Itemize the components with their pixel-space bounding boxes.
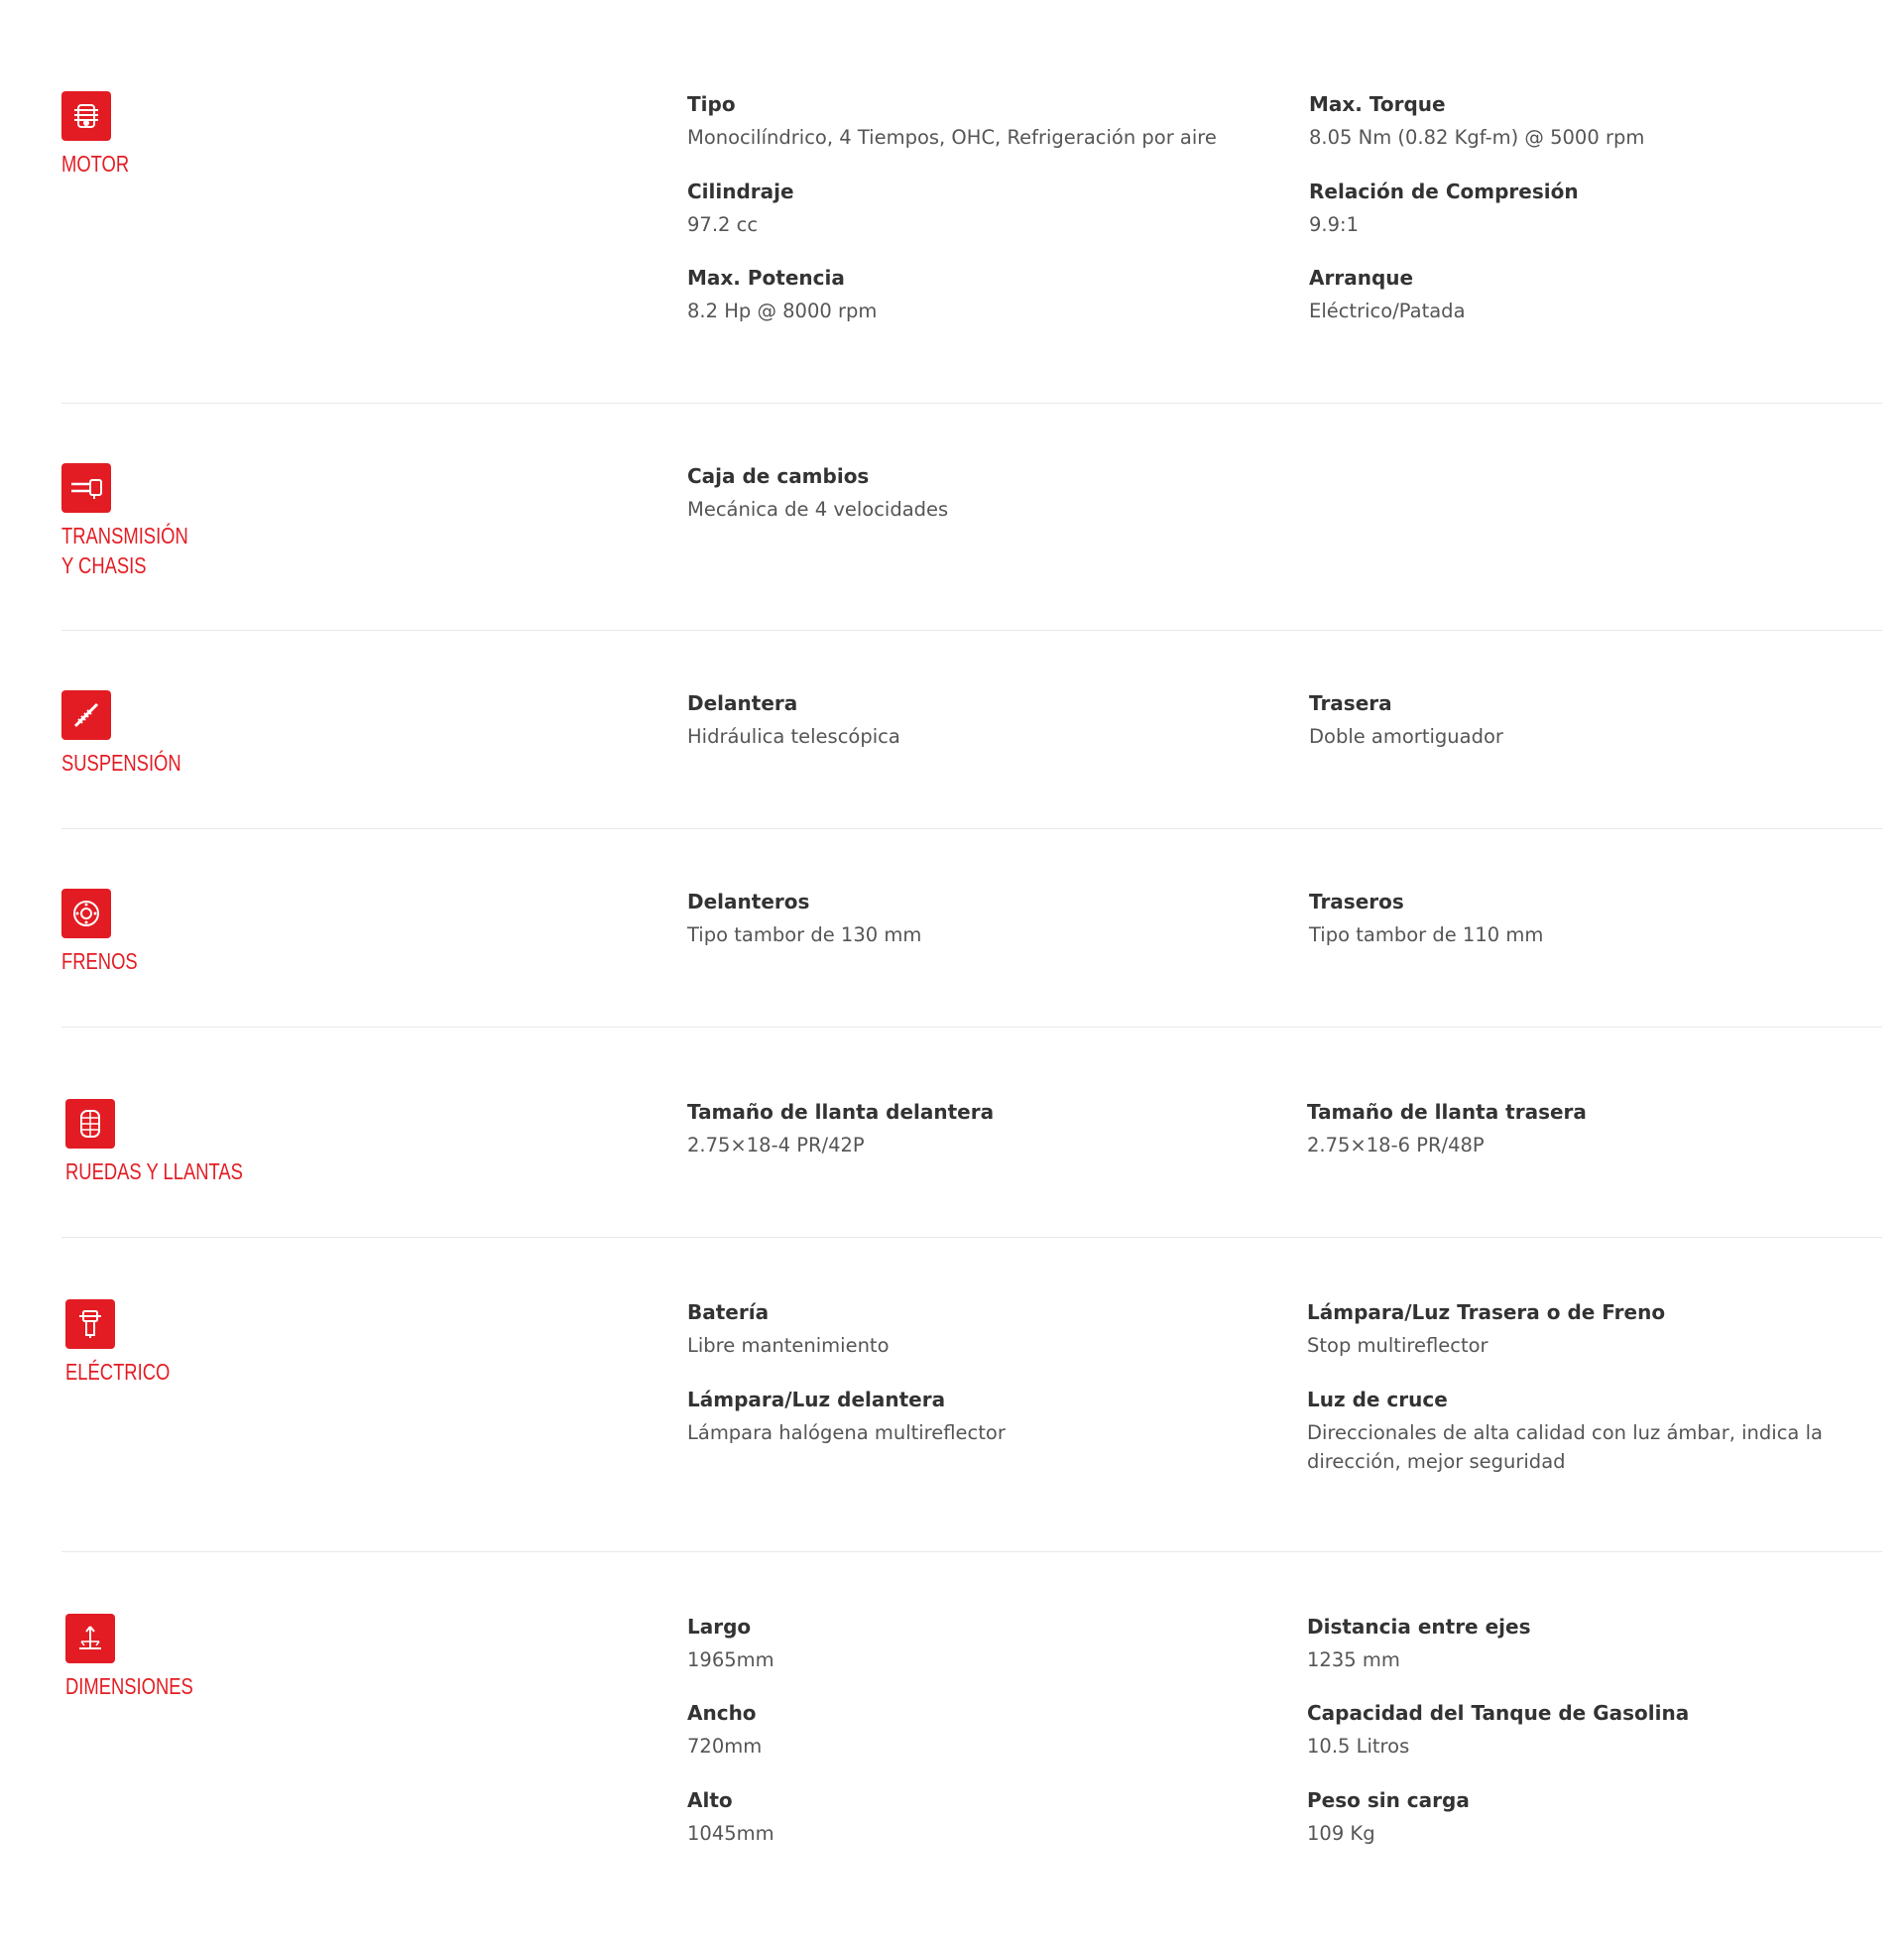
transmission-icon <box>61 463 111 513</box>
spec-value: 2.75×18-4 PR/42P <box>687 1134 865 1156</box>
spec-value: 1045mm <box>687 1822 774 1845</box>
spec-value: 8.2 Hp @ 8000 rpm <box>687 300 878 322</box>
spec-label: Arranque <box>1309 266 1414 290</box>
spec-label: Trasera <box>1309 691 1392 715</box>
spec-item: Peso sin carga 109 Kg <box>1307 1787 1902 1848</box>
spec-value: 1965mm <box>687 1648 774 1671</box>
spec-value: 109 Kg <box>1307 1822 1375 1845</box>
spec-value: Hidráulica telescópica <box>687 725 900 748</box>
spec-item: Luz de cruce Direccionales de alta calid… <box>1307 1387 1902 1476</box>
spec-label: Alto <box>687 1788 733 1812</box>
spec-value: Tipo tambor de 110 mm <box>1309 923 1544 946</box>
spec-item: Ancho 720mm <box>687 1700 1282 1761</box>
suspension-icon <box>61 690 111 740</box>
category-electrico: ELÉCTRICO <box>65 1299 196 1387</box>
brake-disc-icon <box>61 889 111 938</box>
section-dimensiones: DIMENSIONES Largo 1965mm Distancia entre… <box>61 1552 1882 1945</box>
spec-item: Tipo Monocilíndrico, 4 Tiempos, OHC, Ref… <box>687 91 1282 152</box>
section-suspension: SUSPENSIÓN Delantera Hidráulica telescóp… <box>61 631 1882 829</box>
category-dimensiones: DIMENSIONES <box>65 1614 225 1701</box>
section-ruedas: RUEDAS Y LLANTAS Tamaño de llanta delant… <box>61 1028 1882 1238</box>
spec-item: Tamaño de llanta trasera 2.75×18-6 PR/48… <box>1307 1099 1902 1159</box>
spec-value: Direccionales de alta calidad con luz ám… <box>1307 1421 1823 1473</box>
spec-item: Lámpara/Luz delantera Lámpara halógena m… <box>687 1387 1282 1447</box>
spec-item: Distancia entre ejes 1235 mm <box>1307 1614 1902 1674</box>
spec-label: Largo <box>687 1615 752 1639</box>
category-label-line: Y CHASIS <box>61 552 147 578</box>
spec-value: Tipo tambor de 130 mm <box>687 923 922 946</box>
section-motor: MOTOR Tipo Monocilíndrico, 4 Tiempos, OH… <box>61 0 1882 404</box>
spec-value: 2.75×18-6 PR/48P <box>1307 1134 1485 1156</box>
spec-item: Alto 1045mm <box>687 1787 1282 1848</box>
spec-label: Peso sin carga <box>1307 1788 1470 1812</box>
spec-item: Max. Potencia 8.2 Hp @ 8000 rpm <box>687 265 1282 325</box>
category-label-electrico: ELÉCTRICO <box>65 1359 171 1385</box>
spec-item: Caja de cambios Mecánica de 4 velocidade… <box>687 463 1282 524</box>
spec-value: 97.2 cc <box>687 213 759 236</box>
spec-item: Traseros Tipo tambor de 110 mm <box>1309 889 1904 949</box>
spec-label: Lámpara/Luz Trasera o de Freno <box>1307 1300 1666 1324</box>
spec-item: Batería Libre mantenimiento <box>687 1299 1282 1360</box>
spec-item: Max. Torque 8.05 Nm (0.82 Kgf-m) @ 5000 … <box>1309 91 1904 152</box>
spec-label: Ancho <box>687 1701 757 1725</box>
category-suspension: SUSPENSIÓN <box>61 690 211 778</box>
category-label-line: TRANSMISIÓN <box>61 523 188 548</box>
spec-label: Delantera <box>687 691 798 715</box>
spec-label: Tipo <box>687 92 736 116</box>
category-label-ruedas: RUEDAS Y LLANTAS <box>65 1158 243 1184</box>
spec-value: Lámpara halógena multireflector <box>687 1421 1006 1444</box>
spec-value: Libre mantenimiento <box>687 1334 890 1357</box>
spec-value: 720mm <box>687 1735 763 1758</box>
spec-label: Distancia entre ejes <box>1307 1615 1531 1639</box>
spec-item: Largo 1965mm <box>687 1614 1282 1674</box>
category-label-suspension: SUSPENSIÓN <box>61 750 181 776</box>
spec-item: Relación de Compresión 9.9:1 <box>1309 179 1904 239</box>
category-label-dimensiones: DIMENSIONES <box>65 1673 193 1699</box>
spec-value: Eléctrico/Patada <box>1309 300 1466 322</box>
section-electrico: ELÉCTRICO Batería Libre mantenimiento Lá… <box>61 1238 1882 1552</box>
category-frenos: FRENOS <box>61 889 157 976</box>
tire-icon <box>65 1099 115 1149</box>
category-label-motor: MOTOR <box>61 151 130 177</box>
category-ruedas: RUEDAS Y LLANTAS <box>65 1099 288 1186</box>
spec-value: Stop multireflector <box>1307 1334 1488 1357</box>
engine-icon <box>61 91 111 141</box>
spec-value: 1235 mm <box>1307 1648 1400 1671</box>
section-frenos: FRENOS Delanteros Tipo tambor de 130 mm … <box>61 829 1882 1028</box>
spec-value: Mecánica de 4 velocidades <box>687 498 949 521</box>
spec-label: Caja de cambios <box>687 464 870 488</box>
spec-label: Traseros <box>1309 890 1404 913</box>
spec-label: Cilindraje <box>687 180 794 203</box>
spec-item: Capacidad del Tanque de Gasolina 10.5 Li… <box>1307 1700 1902 1761</box>
spec-label: Tamaño de llanta delantera <box>687 1100 995 1124</box>
spec-item: Lámpara/Luz Trasera o de Freno Stop mult… <box>1307 1299 1902 1360</box>
section-transmision: TRANSMISIÓN Y CHASIS Caja de cambios Mecá… <box>61 404 1882 631</box>
spec-label: Delanteros <box>687 890 810 913</box>
spec-value: 10.5 Litros <box>1307 1735 1410 1758</box>
spec-item: Cilindraje 97.2 cc <box>687 179 1282 239</box>
spec-item: Delantera Hidráulica telescópica <box>687 690 1282 751</box>
spec-label: Relación de Compresión <box>1309 180 1579 203</box>
category-label-frenos: FRENOS <box>61 948 138 974</box>
spec-item: Tamaño de llanta delantera 2.75×18-4 PR/… <box>687 1099 1282 1159</box>
category-transmision: TRANSMISIÓN Y CHASIS <box>61 463 220 580</box>
spec-value: Monocilíndrico, 4 Tiempos, OHC, Refriger… <box>687 126 1217 149</box>
spec-label: Luz de cruce <box>1307 1388 1448 1411</box>
spec-value: 9.9:1 <box>1309 213 1359 236</box>
spec-label: Batería <box>687 1300 770 1324</box>
spec-item: Trasera Doble amortiguador <box>1309 690 1904 751</box>
spec-label: Max. Potencia <box>687 266 845 290</box>
dimensions-icon <box>65 1614 115 1663</box>
spec-item: Delanteros Tipo tambor de 130 mm <box>687 889 1282 949</box>
spec-value: 8.05 Nm (0.82 Kgf-m) @ 5000 rpm <box>1309 126 1645 149</box>
spec-label: Capacidad del Tanque de Gasolina <box>1307 1701 1690 1725</box>
spec-item: Arranque Eléctrico/Patada <box>1309 265 1904 325</box>
spec-value: Doble amortiguador <box>1309 725 1503 748</box>
spec-label: Max. Torque <box>1309 92 1446 116</box>
electrical-icon <box>65 1299 115 1349</box>
spec-label: Tamaño de llanta trasera <box>1307 1100 1587 1124</box>
spec-label: Lámpara/Luz delantera <box>687 1388 946 1411</box>
category-motor: MOTOR <box>61 91 146 179</box>
category-label-transmision: TRANSMISIÓN Y CHASIS <box>61 521 188 580</box>
